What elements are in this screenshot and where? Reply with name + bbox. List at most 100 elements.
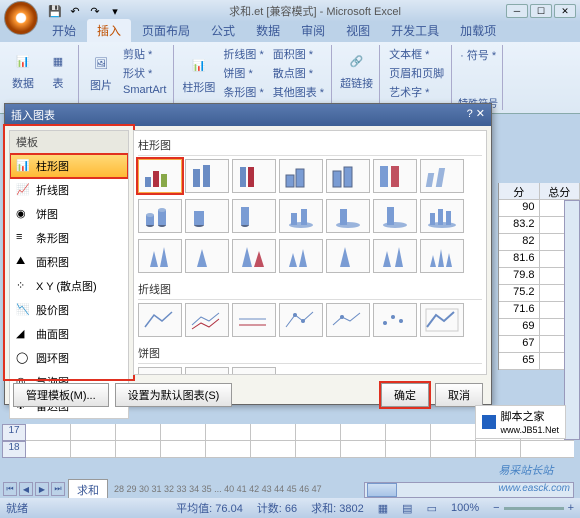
cell[interactable]: 71.6 <box>499 302 540 318</box>
area-chart-button[interactable]: 面积图 * <box>270 45 327 63</box>
next-sheet-icon[interactable]: ▶ <box>35 482 49 496</box>
chart-thumb[interactable] <box>138 239 182 273</box>
qat-redo-icon[interactable]: ↷ <box>86 2 104 20</box>
cell[interactable]: 65 <box>499 353 540 369</box>
category-area[interactable]: ⛰面积图 <box>10 250 128 274</box>
scatter-chart-button[interactable]: 散点图 * <box>270 64 327 82</box>
chart-thumb[interactable] <box>138 199 182 233</box>
tab-view[interactable]: 视图 <box>336 19 380 42</box>
chart-thumb[interactable] <box>373 303 417 337</box>
chart-thumb[interactable] <box>232 239 276 273</box>
pie-chart-button[interactable]: 饼图 * <box>220 64 266 82</box>
clipart-button[interactable]: 剪贴 * <box>120 45 169 63</box>
set-default-button[interactable]: 设置为默认图表(S) <box>115 383 233 407</box>
bar-chart-button[interactable]: 条形图 * <box>220 83 266 101</box>
sheet-tab[interactable]: 求和 <box>68 479 108 500</box>
view-layout-icon[interactable]: ▤ <box>402 502 412 515</box>
category-scatter[interactable]: ⁘X Y (散点图) <box>10 274 128 298</box>
minimize-button[interactable]: ─ <box>506 4 528 18</box>
chart-thumb[interactable] <box>326 303 370 337</box>
chart-thumb[interactable] <box>373 199 417 233</box>
category-pie[interactable]: ◉饼图 <box>10 202 128 226</box>
chart-thumb[interactable] <box>373 239 417 273</box>
chart-thumb[interactable] <box>373 159 417 193</box>
hyperlink-button[interactable]: 🔗超链接 <box>338 45 375 93</box>
chart-thumb[interactable] <box>420 199 464 233</box>
cell[interactable]: 79.8 <box>499 268 540 284</box>
other-chart-button[interactable]: 其他图表 * <box>270 83 327 101</box>
chart-thumb[interactable] <box>232 159 276 193</box>
headerfooter-button[interactable]: 页眉和页脚 <box>386 64 447 82</box>
chart-thumb[interactable] <box>185 239 229 273</box>
chart-thumb[interactable] <box>185 367 229 375</box>
cell[interactable]: 81.6 <box>499 251 540 267</box>
cell[interactable]: 83.2 <box>499 217 540 233</box>
chart-thumb[interactable] <box>420 159 464 193</box>
chart-thumb[interactable] <box>138 367 182 375</box>
picture-button[interactable]: 🖼图片 <box>85 47 117 95</box>
chart-thumb[interactable] <box>232 367 276 375</box>
category-bar[interactable]: ≡条形图 <box>10 226 128 250</box>
qat-undo-icon[interactable]: ↶ <box>66 2 84 20</box>
prev-sheet-icon[interactable]: ◀ <box>19 482 33 496</box>
qat-more-icon[interactable]: ▾ <box>106 2 124 20</box>
last-sheet-icon[interactable]: ⏭ <box>51 482 65 496</box>
tab-formula[interactable]: 公式 <box>201 19 245 42</box>
col-header[interactable]: 总分 <box>540 183 580 199</box>
chart-thumb[interactable] <box>232 303 276 337</box>
restore-button[interactable]: ☐ <box>530 4 552 18</box>
office-button[interactable] <box>4 1 38 35</box>
tab-insert[interactable]: 插入 <box>87 19 131 42</box>
view-break-icon[interactable]: ▭ <box>427 502 437 515</box>
pivot-button[interactable]: 📊数据 <box>7 45 39 93</box>
cell[interactable]: 82 <box>499 234 540 250</box>
cell[interactable]: 75.2 <box>499 285 540 301</box>
close-button[interactable]: ✕ <box>554 4 576 18</box>
cell[interactable]: 90 <box>499 200 540 216</box>
chart-thumb[interactable] <box>138 159 182 193</box>
chart-thumb[interactable] <box>138 303 182 337</box>
zoom-out-icon[interactable]: − <box>493 502 499 514</box>
tab-home[interactable]: 开始 <box>42 19 86 42</box>
zoom-in-icon[interactable]: + <box>568 502 574 514</box>
chart-thumb[interactable] <box>279 303 323 337</box>
symbol-button[interactable]: · 符号 * <box>458 45 498 65</box>
manage-templates-button[interactable]: 管理模板(M)... <box>13 383 109 407</box>
zoom-value[interactable]: 100% <box>451 502 479 514</box>
vertical-scrollbar[interactable] <box>564 200 580 440</box>
tab-developer[interactable]: 开发工具 <box>381 19 449 42</box>
dialog-help-icon[interactable]: ? ✕ <box>467 107 485 123</box>
ok-button[interactable]: 确定 <box>381 383 429 407</box>
tab-layout[interactable]: 页面布局 <box>132 19 200 42</box>
tab-addins[interactable]: 加载项 <box>450 19 506 42</box>
qat-save-icon[interactable]: 💾 <box>46 2 64 20</box>
col-header[interactable]: 分 <box>499 183 540 199</box>
zoom-slider[interactable] <box>504 507 564 510</box>
chart-thumb[interactable] <box>279 239 323 273</box>
chart-thumb[interactable] <box>185 199 229 233</box>
row-header[interactable]: 17 <box>2 424 26 441</box>
chart-thumb[interactable] <box>326 159 370 193</box>
smartart-button[interactable]: SmartArt <box>120 83 169 97</box>
chart-thumb[interactable] <box>185 303 229 337</box>
cell[interactable]: 69 <box>499 319 540 335</box>
category-line[interactable]: 📈折线图 <box>10 178 128 202</box>
category-stock[interactable]: 📉股价图 <box>10 298 128 322</box>
view-normal-icon[interactable]: ▦ <box>378 502 388 515</box>
category-column[interactable]: 📊柱形图 <box>10 154 128 178</box>
chart-thumb[interactable] <box>279 159 323 193</box>
line-chart-button[interactable]: 折线图 * <box>220 45 266 63</box>
textbox-button[interactable]: 文本框 * <box>386 45 447 63</box>
category-doughnut[interactable]: ◯圆环图 <box>10 346 128 370</box>
chart-thumb[interactable] <box>420 239 464 273</box>
shapes-button[interactable]: 形状 * <box>120 64 169 82</box>
tab-data[interactable]: 数据 <box>246 19 290 42</box>
row-header[interactable]: 18 <box>2 441 26 458</box>
wordart-button[interactable]: 艺术字 * <box>386 83 447 101</box>
chart-thumb[interactable] <box>420 303 464 337</box>
chart-thumb[interactable] <box>279 199 323 233</box>
cell[interactable]: 67 <box>499 336 540 352</box>
chart-thumb[interactable] <box>326 239 370 273</box>
cancel-button[interactable]: 取消 <box>435 383 483 407</box>
table-button[interactable]: ▦表 <box>42 45 74 93</box>
